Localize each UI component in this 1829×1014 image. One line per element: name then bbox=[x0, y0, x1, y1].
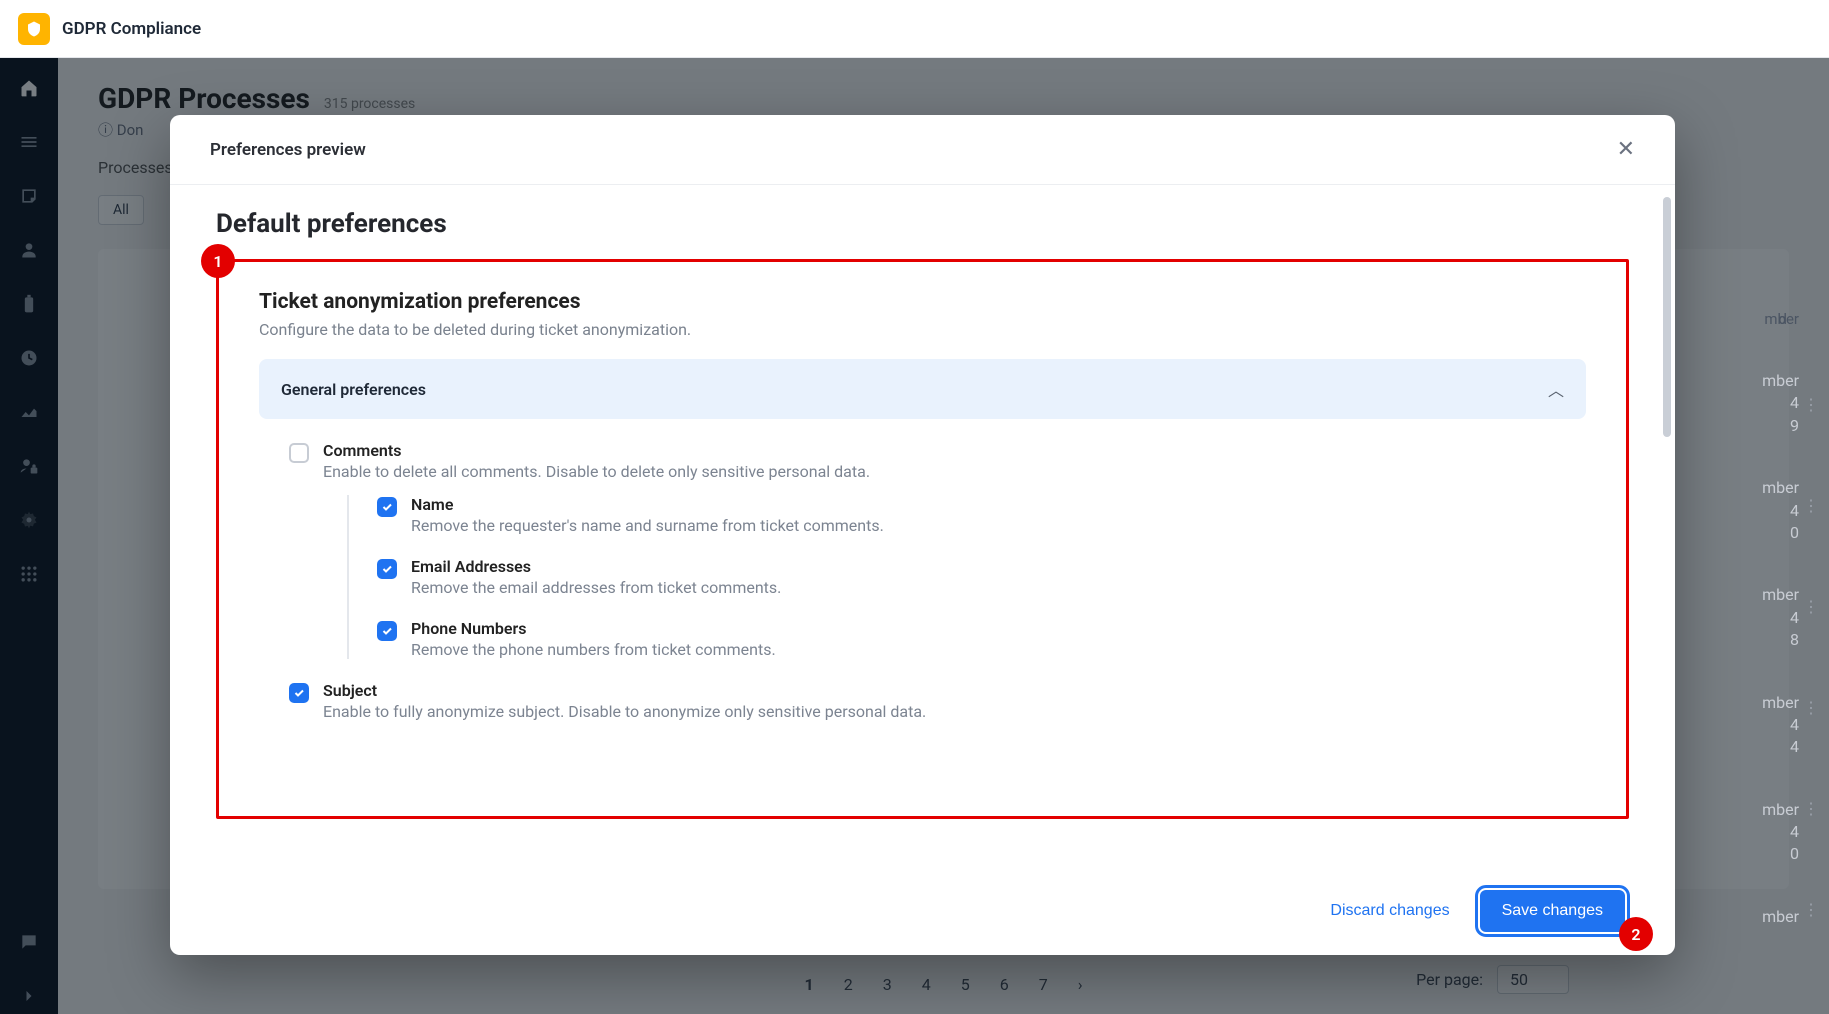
scrollbar[interactable] bbox=[1663, 197, 1671, 437]
annotation-badge-2: 2 bbox=[1619, 917, 1653, 951]
checkbox-email[interactable] bbox=[377, 559, 397, 579]
checkbox-phone[interactable] bbox=[377, 621, 397, 641]
save-button[interactable]: Save changes bbox=[1480, 890, 1625, 932]
pref-subject: Subject Enable to fully anonymize subjec… bbox=[289, 681, 1586, 721]
modal-header: Preferences preview ✕ bbox=[170, 115, 1675, 185]
pref-phone-desc: Remove the phone numbers from ticket com… bbox=[411, 640, 776, 659]
pref-subject-label: Subject bbox=[323, 681, 926, 700]
pref-phone-label: Phone Numbers bbox=[411, 619, 776, 638]
checkbox-name[interactable] bbox=[377, 497, 397, 517]
pref-name-label: Name bbox=[411, 495, 884, 514]
app-icon bbox=[18, 13, 50, 45]
annotation-box-1: 1 Ticket anonymization preferences Confi… bbox=[216, 259, 1629, 819]
pref-email: Email Addresses Remove the email address… bbox=[377, 557, 1586, 597]
bg-table-fragment: mber 4 9 mber 4 0 mber 4 8 mber 4 4 mber… bbox=[1762, 370, 1799, 928]
checkbox-subject[interactable] bbox=[289, 683, 309, 703]
kebab-icon[interactable]: ⋮ bbox=[1803, 395, 1819, 414]
kebab-icon[interactable]: ⋮ bbox=[1803, 698, 1819, 717]
kebab-icon[interactable]: ⋮ bbox=[1803, 799, 1819, 818]
preferences-modal: Preferences preview ✕ Default preference… bbox=[170, 115, 1675, 955]
pref-name: Name Remove the requester's name and sur… bbox=[377, 495, 1586, 535]
accordion-general[interactable]: General preferences ︿ bbox=[259, 359, 1586, 419]
row-kebabs: ⋮ ⋮ ⋮ ⋮ ⋮ ⋮ bbox=[1803, 395, 1819, 919]
annotation-badge-1: 1 bbox=[201, 244, 235, 278]
top-bar: GDPR Compliance bbox=[0, 0, 1829, 58]
discard-button[interactable]: Discard changes bbox=[1330, 902, 1449, 920]
chevron-up-icon: ︿ bbox=[1548, 377, 1564, 401]
pref-comments-label: Comments bbox=[323, 441, 870, 460]
section-title: Ticket anonymization preferences bbox=[259, 290, 1586, 314]
pref-name-desc: Remove the requester's name and surname … bbox=[411, 516, 884, 535]
accordion-label: General preferences bbox=[281, 380, 426, 399]
modal-body: Default preferences 1 Ticket anonymizati… bbox=[170, 185, 1675, 867]
kebab-icon[interactable]: ⋮ bbox=[1803, 900, 1819, 919]
modal-footer: Discard changes Save changes 2 bbox=[170, 867, 1675, 955]
section-desc: Configure the data to be deleted during … bbox=[259, 320, 1586, 339]
pref-comments-desc: Enable to delete all comments. Disable t… bbox=[323, 462, 870, 481]
pref-email-label: Email Addresses bbox=[411, 557, 781, 576]
modal-title: Default preferences bbox=[216, 209, 1629, 239]
pref-phone: Phone Numbers Remove the phone numbers f… bbox=[377, 619, 1586, 659]
kebab-icon[interactable]: ⋮ bbox=[1803, 597, 1819, 616]
app-title: GDPR Compliance bbox=[62, 19, 201, 39]
pref-comments: Comments Enable to delete all comments. … bbox=[289, 441, 1586, 481]
checkbox-comments[interactable] bbox=[289, 443, 309, 463]
pref-subject-desc: Enable to fully anonymize subject. Disab… bbox=[323, 702, 926, 721]
kebab-icon[interactable]: ⋮ bbox=[1803, 496, 1819, 515]
modal-header-title: Preferences preview bbox=[210, 140, 366, 160]
close-icon[interactable]: ✕ bbox=[1617, 137, 1635, 162]
pref-email-desc: Remove the email addresses from ticket c… bbox=[411, 578, 781, 597]
